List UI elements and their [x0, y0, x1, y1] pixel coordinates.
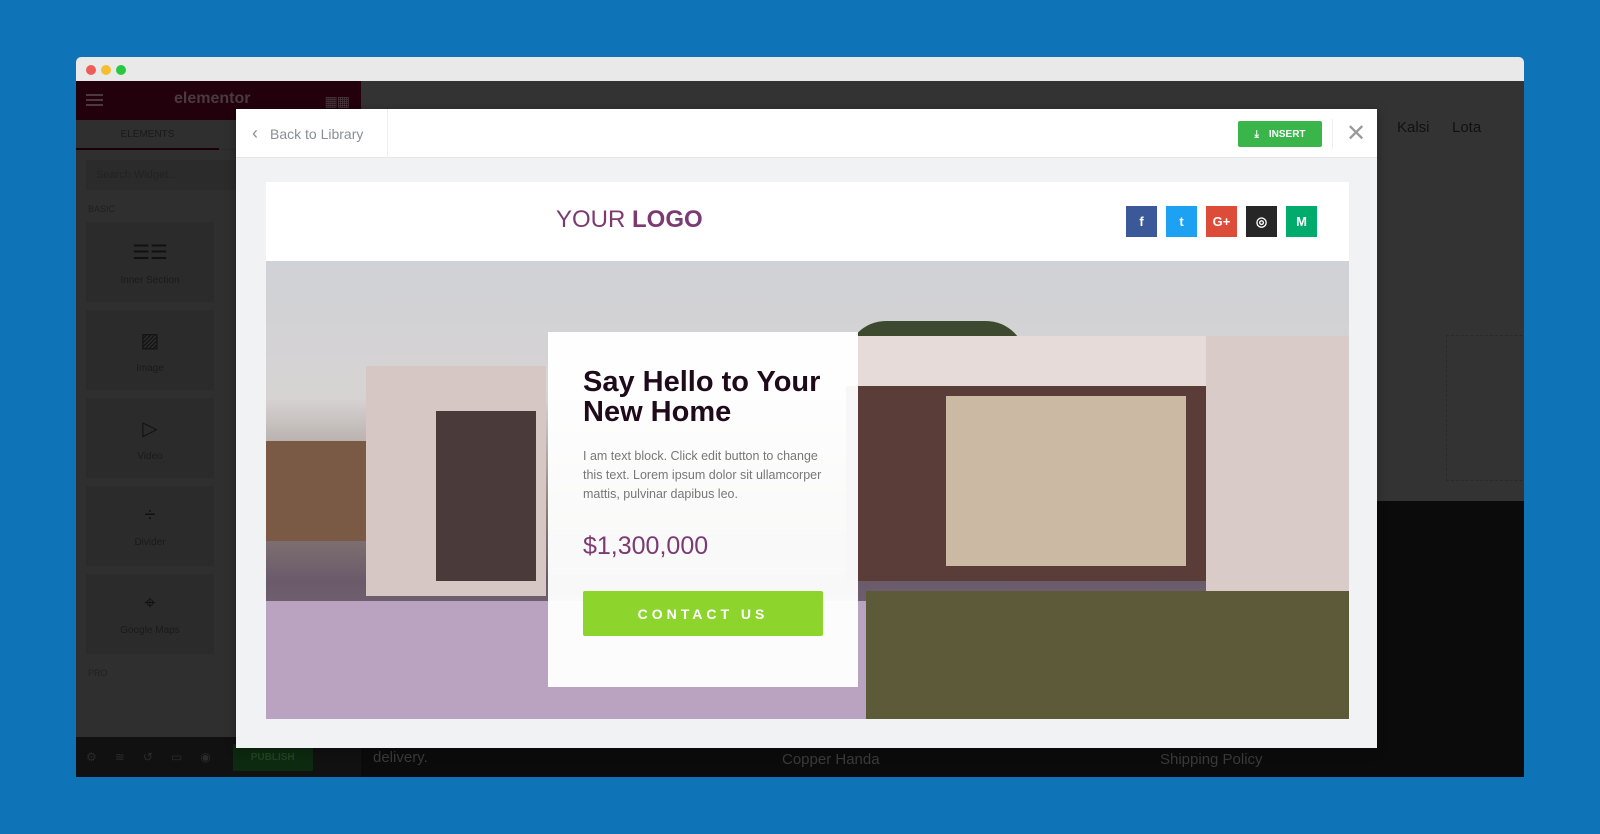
footer-text: delivery.	[373, 749, 428, 766]
medium-icon[interactable]: M	[1286, 206, 1317, 237]
tab-elements[interactable]: ELEMENTS	[76, 120, 219, 150]
empty-section-placeholder	[1446, 335, 1524, 481]
apps-grid-icon[interactable]: ▦▦	[325, 93, 350, 110]
close-window-button[interactable]	[86, 65, 96, 75]
widget-google-maps[interactable]: ⌖ Google Maps	[86, 574, 214, 654]
widget-video[interactable]: ▷ Video	[86, 398, 214, 478]
template-library-modal: ‹ Back to Library ⤓ INSERT ✕ YOUR LOGO f…	[236, 109, 1377, 748]
instagram-icon[interactable]: ◎	[1246, 206, 1277, 237]
hero-heading: Say Hello to Your New Home	[583, 366, 821, 428]
template-preview: YOUR LOGO f t G+ ◎ M Say Hello to Your N…	[266, 182, 1349, 719]
divider-icon: ÷	[144, 504, 156, 526]
widget-inner-section[interactable]: ☰☰ Inner Section	[86, 222, 214, 302]
history-icon[interactable]: ↺	[143, 750, 153, 764]
google-plus-icon[interactable]: G+	[1206, 206, 1237, 237]
widget-divider[interactable]: ÷ Divider	[86, 486, 214, 566]
contact-us-button[interactable]: CONTACT US	[583, 591, 823, 636]
nav-link[interactable]: Kalsi	[1397, 119, 1430, 136]
template-logo: YOUR LOGO	[556, 206, 703, 233]
title-bar	[76, 57, 1524, 81]
footer-link[interactable]: Shipping Policy	[1160, 752, 1263, 768]
footer-link[interactable]: Copper Handa	[782, 752, 880, 768]
minimize-window-button[interactable]	[101, 65, 111, 75]
widget-image[interactable]: ▨ Image	[86, 310, 214, 390]
preview-eye-icon[interactable]: ◉	[200, 750, 210, 764]
image-icon: ▨	[140, 330, 160, 352]
insert-button[interactable]: ⤓ INSERT	[1238, 121, 1322, 147]
facebook-icon[interactable]: f	[1126, 206, 1157, 237]
elementor-logo: elementor	[174, 90, 251, 107]
twitter-icon[interactable]: t	[1166, 206, 1197, 237]
nav-link[interactable]: Lota	[1452, 119, 1481, 136]
settings-icon[interactable]: ⚙	[86, 750, 97, 764]
menu-icon[interactable]	[86, 94, 103, 106]
navigator-icon[interactable]: ≋	[115, 750, 125, 764]
map-icon: ⌖	[144, 592, 156, 614]
price: $1,300,000	[583, 532, 709, 560]
close-icon[interactable]: ✕	[1346, 119, 1366, 148]
download-icon: ⤓	[1254, 128, 1259, 140]
hero-text: I am text block. Click edit button to ch…	[583, 449, 822, 501]
video-icon: ▷	[142, 418, 158, 440]
hero-card: Say Hello to Your New Home I am text blo…	[548, 332, 858, 687]
maximize-window-button[interactable]	[116, 65, 126, 75]
responsive-icon[interactable]: ▭	[171, 750, 182, 764]
back-to-library-button[interactable]: ‹ Back to Library	[236, 109, 388, 158]
columns-icon: ☰☰	[132, 242, 168, 264]
chevron-left-icon: ‹	[252, 123, 258, 143]
